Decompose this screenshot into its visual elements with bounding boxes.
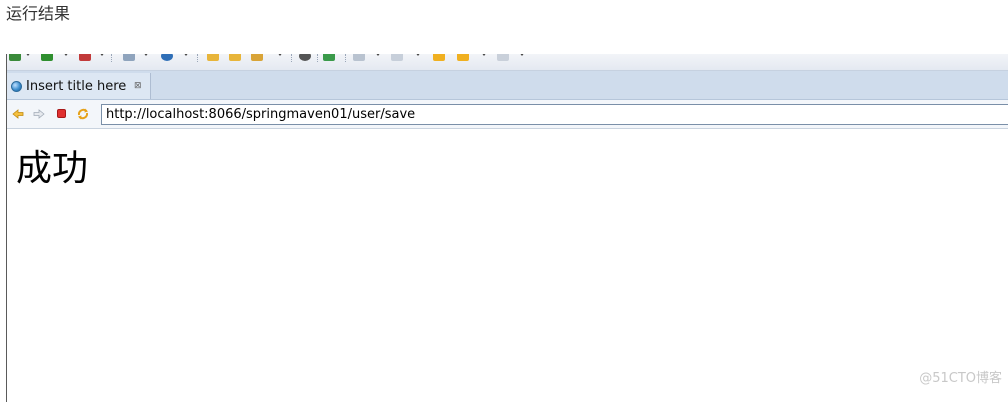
browser-content: 成功: [7, 129, 1008, 402]
globe-icon: [11, 80, 22, 92]
editor-tab-bar: Insert title here ⊠: [7, 71, 1008, 100]
open-folder-icon[interactable]: [207, 54, 219, 61]
record-icon[interactable]: [299, 54, 311, 61]
toolbar-separator: [345, 54, 347, 62]
dropdown-arrow-icon[interactable]: [277, 54, 283, 56]
globe-toolbar-icon[interactable]: [161, 54, 173, 61]
toolbar-separator: [317, 54, 319, 62]
refresh-icon: [77, 108, 89, 120]
browser-nav-bar: [7, 100, 1008, 129]
watermark: @51CTO博客: [919, 371, 1002, 386]
dropdown-arrow-icon[interactable]: [143, 54, 149, 56]
list-icon[interactable]: [353, 54, 365, 61]
eclipse-browser-window: Insert title here ⊠ http://localhost:806…: [6, 54, 1008, 402]
debug-icon[interactable]: [41, 54, 53, 61]
external-tools-icon[interactable]: [79, 54, 91, 61]
dropdown-arrow-icon[interactable]: [25, 54, 31, 56]
screenshot-canvas: 运行结果 Insert title here ⊠ http://localhos…: [0, 0, 1008, 402]
back-history-icon[interactable]: [433, 54, 445, 61]
run-icon[interactable]: [9, 54, 21, 61]
toolbar: [7, 54, 1008, 71]
page-heading: 成功: [16, 148, 89, 189]
tab-title: Insert title here: [26, 78, 127, 94]
close-icon[interactable]: ⊠: [133, 81, 142, 91]
dropdown-arrow-icon[interactable]: [183, 54, 189, 56]
back-button[interactable]: [10, 106, 26, 122]
tab-insert-title-here[interactable]: Insert title here ⊠: [7, 73, 152, 99]
open-folder-icon[interactable]: [229, 54, 241, 61]
server-icon[interactable]: [123, 54, 135, 61]
refresh-button[interactable]: [75, 106, 91, 122]
pencil-icon[interactable]: [251, 54, 263, 61]
forward-history-icon[interactable]: [497, 54, 509, 61]
toolbar-separator: [197, 54, 199, 62]
annotation-icon[interactable]: [391, 54, 403, 61]
toolbar-separator: [111, 54, 113, 62]
stop-icon: [57, 109, 66, 118]
caption-text: 运行结果: [6, 4, 71, 23]
forward-button[interactable]: [31, 106, 47, 122]
dropdown-arrow-icon[interactable]: [99, 54, 105, 56]
back-history-icon[interactable]: [457, 54, 469, 61]
dropdown-arrow-icon[interactable]: [375, 54, 381, 56]
play-icon[interactable]: [323, 54, 335, 61]
url-input[interactable]: [101, 104, 1008, 125]
dropdown-arrow-icon[interactable]: [63, 54, 69, 56]
back-arrow-icon: [12, 109, 24, 119]
stop-button[interactable]: [54, 106, 70, 122]
dropdown-arrow-icon[interactable]: [481, 54, 487, 56]
forward-arrow-icon: [33, 109, 45, 119]
dropdown-arrow-icon[interactable]: [415, 54, 421, 56]
toolbar-separator: [291, 54, 293, 62]
dropdown-arrow-icon[interactable]: [519, 54, 525, 56]
